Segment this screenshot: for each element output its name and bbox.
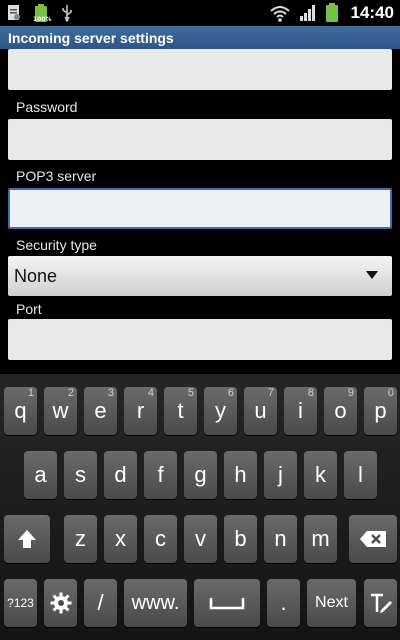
key-y-label: y (215, 398, 226, 423)
next-key[interactable]: Next (307, 579, 356, 627)
port-label: Port (16, 301, 42, 317)
key-t-label: t (177, 398, 184, 423)
key-r-label: r (136, 398, 145, 423)
key-c[interactable]: c (144, 515, 177, 563)
key-u-hint: 7 (267, 387, 274, 399)
password-field[interactable] (8, 119, 392, 160)
security-type-label: Security type (16, 237, 97, 253)
signal-icon (299, 4, 317, 22)
key-e-hint: 3 (107, 387, 114, 399)
keyboard: q1 w2 e3 r4 t5 y6 u7 i8 o9 p0 a s d f g … (0, 374, 400, 640)
key-r[interactable]: r4 (124, 387, 157, 435)
text-pen-icon (370, 593, 392, 613)
space-key[interactable] (194, 579, 260, 627)
space-bar-icon (209, 598, 245, 610)
battery-charging-icon (325, 3, 339, 23)
pop3-server-field[interactable] (8, 188, 392, 229)
key-q[interactable]: q1 (4, 387, 37, 435)
key-h[interactable]: h (224, 451, 257, 499)
key-v[interactable]: v (184, 515, 217, 563)
key-b[interactable]: b (224, 515, 257, 563)
key-a[interactable]: a (24, 451, 57, 499)
gear-icon (50, 592, 71, 614)
battery-percent-label: 100% (33, 16, 52, 23)
settings-key[interactable] (44, 579, 77, 627)
key-l[interactable]: l (344, 451, 377, 499)
key-j[interactable]: j (264, 451, 297, 499)
password-label: Password (16, 99, 78, 115)
backspace-key[interactable] (349, 515, 397, 563)
period-key[interactable]: . (267, 579, 300, 627)
backspace-icon (360, 531, 386, 547)
settings-form: Password POP3 server Security type None … (0, 49, 400, 374)
shift-arrow-icon (18, 530, 36, 548)
key-i[interactable]: i8 (284, 387, 317, 435)
key-p[interactable]: p0 (364, 387, 397, 435)
key-p-hint: 0 (387, 387, 394, 399)
wifi-icon (269, 4, 291, 22)
key-i-hint: 8 (307, 387, 314, 399)
security-type-value: None (14, 265, 58, 286)
handwriting-key[interactable] (364, 579, 397, 627)
key-s[interactable]: s (64, 451, 97, 499)
key-y-hint: 6 (227, 387, 234, 399)
key-z[interactable]: z (64, 515, 97, 563)
key-n[interactable]: n (264, 515, 297, 563)
symbols-key[interactable]: ?123 (4, 579, 37, 627)
key-k[interactable]: k (304, 451, 337, 499)
key-q-hint: 1 (27, 387, 34, 399)
username-field[interactable] (8, 49, 392, 90)
document-icon (6, 4, 22, 22)
key-t-hint: 5 (187, 387, 194, 399)
security-type-select[interactable]: None (8, 256, 392, 296)
shift-key[interactable] (4, 515, 50, 563)
key-f[interactable]: f (144, 451, 177, 499)
key-i-label: i (298, 398, 303, 423)
key-p-label: p (374, 398, 387, 423)
key-r-hint: 4 (147, 387, 154, 399)
dropdown-arrow-icon (366, 271, 378, 279)
page-title: Incoming server settings (0, 26, 400, 49)
key-w-hint: 2 (67, 387, 74, 399)
key-g[interactable]: g (184, 451, 217, 499)
key-t[interactable]: t5 (164, 387, 197, 435)
battery-full-icon: 100% (32, 3, 52, 23)
key-m[interactable]: m (304, 515, 337, 563)
key-o-hint: 9 (347, 387, 354, 399)
status-bar: 100% 14:40 (0, 0, 400, 26)
usb-icon (60, 4, 74, 22)
slash-key[interactable]: / (84, 579, 117, 627)
key-x[interactable]: x (104, 515, 137, 563)
clock: 14:40 (350, 3, 394, 22)
key-u-label: u (254, 398, 267, 423)
key-e[interactable]: e3 (84, 387, 117, 435)
key-y[interactable]: y6 (204, 387, 237, 435)
pop3-server-label: POP3 server (16, 168, 97, 184)
port-field[interactable] (8, 319, 392, 360)
key-w-label: w (52, 398, 69, 423)
key-w[interactable]: w2 (44, 387, 77, 435)
www-key[interactable]: www. (124, 579, 187, 627)
key-q-label: q (14, 398, 27, 423)
key-e-label: e (94, 398, 107, 423)
key-o-label: o (334, 398, 347, 423)
key-d[interactable]: d (104, 451, 137, 499)
key-u[interactable]: u7 (244, 387, 277, 435)
key-o[interactable]: o9 (324, 387, 357, 435)
